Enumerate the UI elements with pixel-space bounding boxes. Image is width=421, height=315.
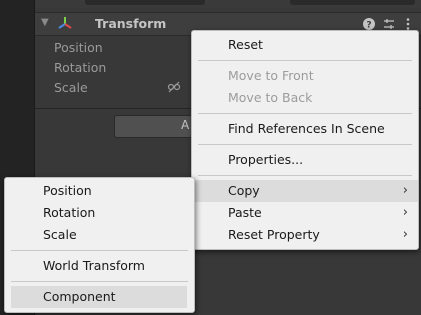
menu-item-move-to-back: Move to Back (192, 87, 418, 109)
top-field-right[interactable] (290, 0, 415, 5)
menu-item-label: Paste (228, 205, 262, 220)
rotation-label: Rotation (54, 60, 107, 75)
svg-text:?: ? (366, 21, 371, 31)
submenu-item-world-transform[interactable]: World Transform (5, 255, 194, 277)
menu-separator (11, 250, 188, 251)
top-field-row (35, 0, 421, 8)
menu-item-label: Properties... (228, 152, 304, 167)
submenu-arrow-icon: › (402, 205, 408, 220)
submenu-item-rotation[interactable]: Rotation (5, 202, 194, 224)
menu-item-copy[interactable]: Copy › (192, 180, 418, 202)
scale-label: Scale (54, 80, 88, 95)
top-field-left[interactable] (85, 0, 205, 5)
submenu-item-position[interactable]: Position (5, 180, 194, 202)
menu-item-label: Reset (228, 37, 263, 52)
menu-item-find-references[interactable]: Find References In Scene (192, 118, 418, 140)
menu-separator (198, 113, 412, 114)
position-label: Position (54, 40, 103, 55)
help-icon[interactable]: ? (362, 17, 376, 31)
presets-icon[interactable] (382, 17, 396, 31)
menu-item-label: Rotation (43, 205, 96, 220)
submenu-item-scale[interactable]: Scale (5, 224, 194, 246)
menu-item-label: World Transform (43, 258, 145, 273)
menu-item-label: Reset Property (228, 227, 320, 242)
copy-submenu: Position Rotation Scale World Transform … (4, 177, 195, 313)
constrain-proportions-icon[interactable] (167, 80, 181, 94)
menu-separator (198, 60, 412, 61)
menu-item-label: Find References In Scene (228, 121, 385, 136)
menu-item-label: Position (43, 183, 92, 198)
submenu-arrow-icon: › (402, 183, 408, 198)
menu-item-label: Component (43, 289, 116, 304)
submenu-arrow-icon: › (402, 227, 408, 242)
component-title: Transform (95, 16, 167, 31)
add-component-label: A (181, 118, 190, 132)
menu-item-label: Copy (228, 183, 260, 198)
foldout-arrow-icon[interactable]: ▼ (41, 17, 49, 28)
transform-icon (58, 17, 72, 29)
menu-item-label: Move to Back (228, 90, 313, 105)
submenu-item-component[interactable]: Component (11, 286, 187, 308)
more-options-icon[interactable] (401, 17, 415, 31)
menu-separator (11, 281, 188, 282)
menu-separator (198, 175, 412, 176)
menu-separator (198, 144, 412, 145)
menu-item-reset[interactable]: Reset (192, 34, 418, 56)
component-context-menu: Reset Move to Front Move to Back Find Re… (191, 30, 419, 250)
menu-item-paste[interactable]: Paste › (192, 202, 418, 224)
menu-item-reset-property[interactable]: Reset Property › (192, 224, 418, 246)
menu-item-label: Scale (43, 227, 77, 242)
menu-item-label: Move to Front (228, 68, 314, 83)
menu-item-properties[interactable]: Properties... (192, 149, 418, 171)
menu-item-move-to-front: Move to Front (192, 65, 418, 87)
